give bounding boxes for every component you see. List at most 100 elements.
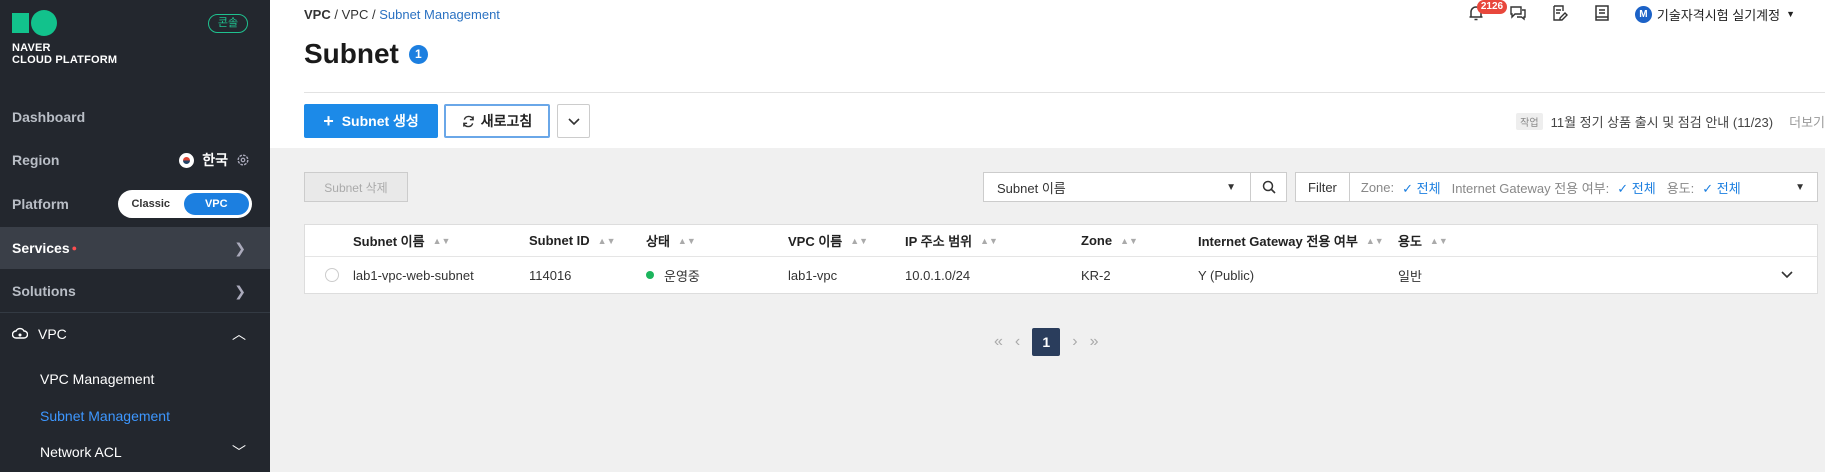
- region-value: 한국: [202, 152, 228, 168]
- region-label: Region: [12, 152, 60, 168]
- filter-igw[interactable]: Internet Gateway 전용 여부: ✓ 전체: [1452, 178, 1656, 197]
- sort-icon: ▲▼: [850, 235, 869, 246]
- console-badge[interactable]: 콘솔: [208, 14, 248, 33]
- column-header-subnet-id[interactable]: Subnet ID ▲▼: [529, 225, 616, 256]
- platform-vpc-option[interactable]: VPC: [183, 193, 249, 215]
- sort-icon: ▲▼: [1120, 235, 1138, 246]
- radio-circle-icon: [325, 268, 339, 282]
- filter-label: 용도:: [1666, 180, 1695, 196]
- filter-label: Zone:: [1360, 179, 1395, 195]
- chevron-right-icon: ❯: [234, 239, 246, 256]
- first-page-icon[interactable]: «: [994, 333, 1003, 351]
- sort-icon: ▲▼: [597, 235, 616, 246]
- column-header-igw[interactable]: Internet Gateway 전용 여부 ▲▼: [1198, 225, 1384, 256]
- status-running-dot-icon: [646, 271, 654, 279]
- filter-bar: Filter Zone: ✓ 전체 Internet Gateway 전용 여부…: [1295, 172, 1818, 202]
- filter-value: ✓ 전체: [1402, 180, 1441, 196]
- sidebar-item-dashboard[interactable]: Dashboard: [0, 96, 270, 138]
- cell-status: 운영중: [646, 257, 700, 293]
- create-subnet-label: Subnet 생성: [341, 113, 419, 129]
- page-number-current[interactable]: 1: [1032, 328, 1061, 356]
- sidebar-item-vpc[interactable]: VPC ︿: [0, 312, 270, 354]
- filter-zone[interactable]: Zone: ✓ 전체: [1361, 178, 1441, 197]
- cell-subnet-name: lab1-vpc-web-subnet: [353, 267, 474, 283]
- column-header-status[interactable]: 상태 ▲▼: [646, 225, 696, 256]
- bell-icon[interactable]: 2126: [1467, 0, 1508, 24]
- table-header: Subnet 이름 ▲▼ Subnet ID ▲▼ 상태 ▲▼ VPC 이름 ▲▼ IP…: [305, 225, 1817, 257]
- sort-icon: ▲▼: [432, 235, 451, 246]
- column-header-label: Subnet ID: [529, 233, 590, 248]
- chevron-down-icon: [567, 113, 580, 129]
- next-page-icon[interactable]: ›: [1072, 333, 1077, 351]
- prev-page-icon[interactable]: ‹: [1015, 333, 1020, 351]
- header-actions: 2126 M 기술자격시험 실기계정 ▼: [1467, 0, 1795, 24]
- search-icon: [1262, 180, 1276, 194]
- breadcrumb-parent[interactable]: VPC: [342, 7, 369, 22]
- sidebar-item-label: Services: [12, 240, 70, 256]
- filter-value-text: 전체: [1716, 180, 1741, 196]
- notice-text[interactable]: 11월 정기 상품 출시 및 점검 안내 (11/23): [1551, 112, 1774, 131]
- logo-line2: CLOUD PLATFORM: [12, 54, 118, 66]
- create-subnet-button[interactable]: + Subnet 생성: [304, 104, 438, 138]
- search-field-value: Subnet 이름: [997, 180, 1066, 196]
- gear-icon[interactable]: [236, 153, 250, 167]
- sidebar-subitem-network-acl[interactable]: Network ACL ﹀: [0, 431, 270, 472]
- manual-book-icon[interactable]: [1593, 4, 1613, 24]
- refresh-button[interactable]: 새로고침: [444, 104, 550, 138]
- filter-value: ✓ 전체: [1702, 180, 1741, 196]
- status-text: 운영중: [664, 268, 700, 284]
- chat-icon[interactable]: [1509, 4, 1529, 24]
- platform-toggle[interactable]: Classic VPC: [118, 190, 252, 218]
- filter-value-text: 전체: [1631, 180, 1656, 196]
- more-actions-dropdown[interactable]: [557, 104, 590, 138]
- column-header-usage[interactable]: 용도 ▲▼: [1398, 225, 1448, 256]
- sidebar-subitem-vpc-management[interactable]: VPC Management: [0, 358, 270, 400]
- sidebar-item-label: Dashboard: [12, 109, 86, 125]
- sidebar-item-label: Network ACL: [40, 444, 122, 460]
- vpc-cloud-icon: [12, 327, 28, 339]
- filter-value-text: 전체: [1416, 180, 1441, 196]
- user-menu[interactable]: M 기술자격시험 실기계정 ▼: [1634, 5, 1795, 24]
- naver-cloud-logo[interactable]: NAVER CLOUD PLATFORM: [12, 10, 117, 66]
- filter-button[interactable]: Filter: [1296, 173, 1350, 201]
- page-title: Subnet 1: [304, 38, 428, 70]
- platform-label: Platform: [12, 196, 69, 212]
- delete-subnet-button[interactable]: Subnet 삭제: [304, 172, 408, 202]
- column-header-ip-range[interactable]: IP 주소 범위 ▲▼: [905, 225, 998, 256]
- sidebar-item-label: Solutions: [12, 283, 76, 299]
- edit-document-icon[interactable]: [1551, 4, 1571, 24]
- caret-down-icon: ▼: [1786, 9, 1795, 19]
- sidebar: NAVER CLOUD PLATFORM 콘솔 Dashboard Region…: [0, 0, 270, 472]
- breadcrumb: VPC / VPC / Subnet Management: [304, 7, 500, 22]
- logo-text: NAVER CLOUD PLATFORM: [12, 42, 117, 66]
- sidebar-item-solutions[interactable]: Solutions ❯: [0, 270, 270, 312]
- region-selector[interactable]: 한국: [179, 150, 250, 170]
- row-expand-chevron-icon[interactable]: [1781, 257, 1793, 293]
- column-header-subnet-name[interactable]: Subnet 이름 ▲▼: [353, 225, 450, 256]
- refresh-icon: [462, 115, 474, 127]
- notice-more-link[interactable]: 더보기: [1789, 112, 1825, 131]
- row-select-radio[interactable]: [325, 257, 339, 293]
- breadcrumb-root[interactable]: VPC: [304, 7, 331, 22]
- last-page-icon[interactable]: »: [1090, 333, 1099, 351]
- filter-usage[interactable]: 용도: ✓ 전체: [1667, 178, 1741, 197]
- table-row[interactable]: lab1-vpc-web-subnet 114016 운영중 lab1-vpc …: [305, 257, 1817, 293]
- cell-usage: 일반: [1398, 268, 1422, 284]
- chevron-right-icon: ❯: [234, 282, 246, 299]
- sidebar-item-region[interactable]: Region 한국: [0, 139, 270, 181]
- notification-count-badge: 2126: [1476, 0, 1508, 14]
- sort-icon: ▲▼: [1365, 235, 1384, 246]
- column-header-zone[interactable]: Zone ▲▼: [1081, 225, 1138, 256]
- platform-classic-option[interactable]: Classic: [118, 198, 184, 210]
- user-name: 기술자격시험 실기계정: [1656, 7, 1781, 23]
- sidebar-item-label: VPC: [38, 325, 67, 342]
- filter-expand-caret-icon[interactable]: ▼: [1795, 182, 1805, 193]
- sort-icon: ▲▼: [1429, 235, 1448, 246]
- column-header-label: Zone: [1081, 233, 1113, 248]
- notice-banner: 작업 11월 정기 상품 출시 및 점검 안내 (11/23) 더보기: [1516, 112, 1825, 131]
- search-button[interactable]: [1251, 172, 1287, 202]
- column-header-vpc-name[interactable]: VPC 이름 ▲▼: [788, 225, 868, 256]
- sidebar-item-services[interactable]: Services ● ❯: [0, 227, 270, 269]
- search-field-select[interactable]: Subnet 이름 ▼: [983, 172, 1251, 202]
- breadcrumb-current[interactable]: Subnet Management: [379, 7, 500, 22]
